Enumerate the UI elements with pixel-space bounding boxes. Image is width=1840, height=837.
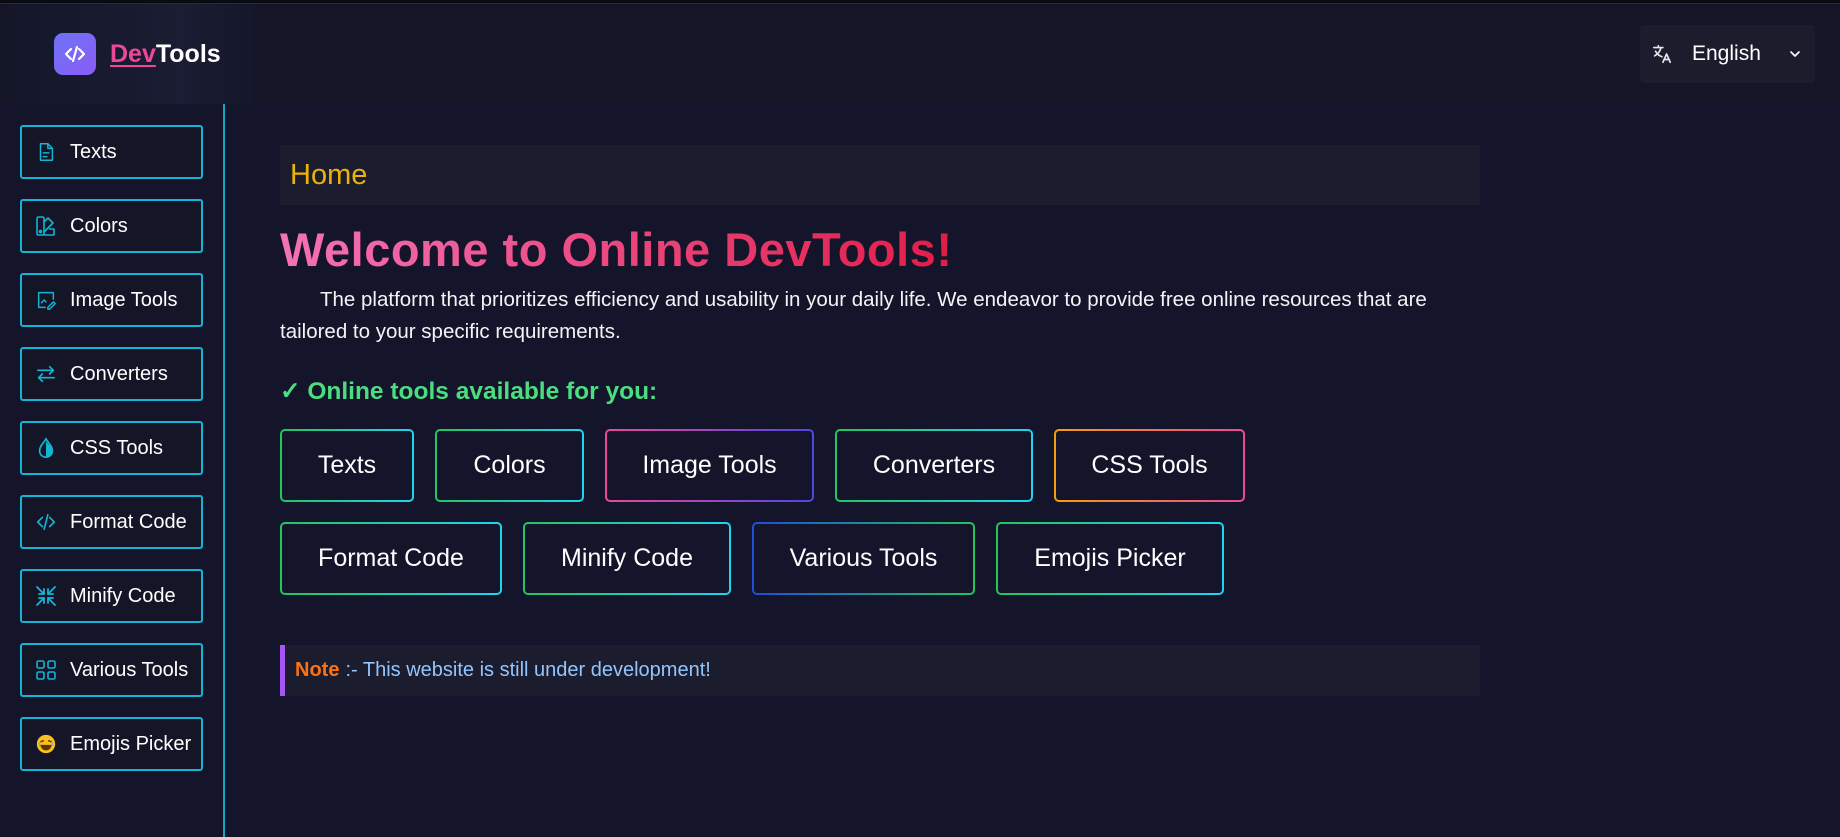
sidebar-item-css-tools[interactable]: CSS Tools bbox=[20, 421, 203, 475]
page-title: Welcome to Online DevTools! bbox=[280, 223, 953, 276]
tool-button-label: Image Tools bbox=[607, 431, 812, 500]
tool-button-emojis-picker[interactable]: Emojis Picker bbox=[996, 522, 1224, 595]
sidebar-item-minify-code[interactable]: Minify Code bbox=[20, 569, 203, 623]
tool-button-label: Colors bbox=[437, 431, 582, 500]
image-edit-icon bbox=[34, 288, 58, 312]
sidebar-item-emojis-picker[interactable]: Emojis Picker bbox=[20, 717, 203, 771]
translate-icon bbox=[1650, 42, 1674, 66]
tools-heading: ✓ Online tools available for you: bbox=[280, 378, 658, 405]
tool-button-colors[interactable]: Colors bbox=[435, 429, 584, 502]
tool-button-label: Minify Code bbox=[525, 524, 729, 593]
note-title: Note bbox=[295, 659, 340, 681]
grid-icon bbox=[34, 658, 58, 682]
tool-button-various-tools[interactable]: Various Tools bbox=[752, 522, 975, 595]
tool-button-converters[interactable]: Converters bbox=[835, 429, 1033, 502]
tools-row-1: Texts Colors Image Tools Converters CSS … bbox=[280, 429, 1266, 502]
sidebar-item-label: Image Tools bbox=[70, 288, 178, 311]
sidebar-item-colors[interactable]: Colors bbox=[20, 199, 203, 253]
sidebar-item-label: Format Code bbox=[70, 510, 187, 533]
code-logo-icon bbox=[54, 33, 96, 75]
sidebar-item-texts[interactable]: Texts bbox=[20, 125, 203, 179]
breadcrumb: Home bbox=[280, 145, 1480, 205]
brand-name: DevTools bbox=[110, 40, 221, 69]
drop-icon bbox=[34, 436, 58, 460]
sidebar: Texts Colors Image Tools Converters CSS … bbox=[20, 125, 203, 791]
sidebar-item-label: Texts bbox=[70, 140, 117, 163]
sidebar-item-image-tools[interactable]: Image Tools bbox=[20, 273, 203, 327]
sidebar-item-label: Colors bbox=[70, 214, 128, 237]
sidebar-item-converters[interactable]: Converters bbox=[20, 347, 203, 401]
brand-dev-text: Dev bbox=[110, 39, 156, 68]
tool-button-label: Texts bbox=[282, 431, 412, 500]
minimize-icon bbox=[34, 584, 58, 608]
sidebar-item-label: Minify Code bbox=[70, 584, 176, 607]
file-text-icon bbox=[34, 140, 58, 164]
sidebar-divider bbox=[223, 104, 225, 837]
sidebar-item-label: Converters bbox=[70, 362, 168, 385]
emoji-icon bbox=[34, 732, 58, 756]
arrows-swap-icon bbox=[34, 362, 58, 386]
language-label: English bbox=[1692, 42, 1761, 65]
tool-button-image-tools[interactable]: Image Tools bbox=[605, 429, 814, 502]
sidebar-item-various-tools[interactable]: Various Tools bbox=[20, 643, 203, 697]
code-icon bbox=[34, 510, 58, 534]
sidebar-item-format-code[interactable]: Format Code bbox=[20, 495, 203, 549]
sidebar-item-label: Emojis Picker bbox=[70, 732, 192, 755]
brand[interactable]: DevTools bbox=[0, 4, 260, 104]
brand-tools-text: Tools bbox=[155, 39, 221, 68]
chevron-down-icon bbox=[1787, 45, 1805, 63]
tool-button-texts[interactable]: Texts bbox=[280, 429, 414, 502]
top-header: DevTools English bbox=[0, 4, 1840, 104]
tool-button-minify-code[interactable]: Minify Code bbox=[523, 522, 731, 595]
tool-button-format-code[interactable]: Format Code bbox=[280, 522, 502, 595]
tools-row-2: Format Code Minify Code Various Tools Em… bbox=[280, 522, 1245, 595]
breadcrumb-home[interactable]: Home bbox=[290, 159, 367, 192]
tool-button-label: Converters bbox=[837, 431, 1031, 500]
dev-note: Note :- This website is still under deve… bbox=[280, 645, 1480, 696]
tool-button-label: Various Tools bbox=[754, 524, 973, 593]
sidebar-item-label: CSS Tools bbox=[70, 436, 164, 459]
note-message: :- This website is still under developme… bbox=[345, 659, 711, 681]
tool-button-css-tools[interactable]: CSS Tools bbox=[1054, 429, 1245, 502]
tool-button-label: CSS Tools bbox=[1056, 431, 1243, 500]
tool-button-label: Emojis Picker bbox=[998, 524, 1222, 593]
language-select[interactable]: English bbox=[1640, 25, 1815, 83]
intro-text: The platform that prioritizes efficiency… bbox=[280, 288, 1427, 343]
palette-icon bbox=[34, 214, 58, 238]
sidebar-item-label: Various Tools bbox=[70, 658, 189, 681]
tool-button-label: Format Code bbox=[282, 524, 500, 593]
